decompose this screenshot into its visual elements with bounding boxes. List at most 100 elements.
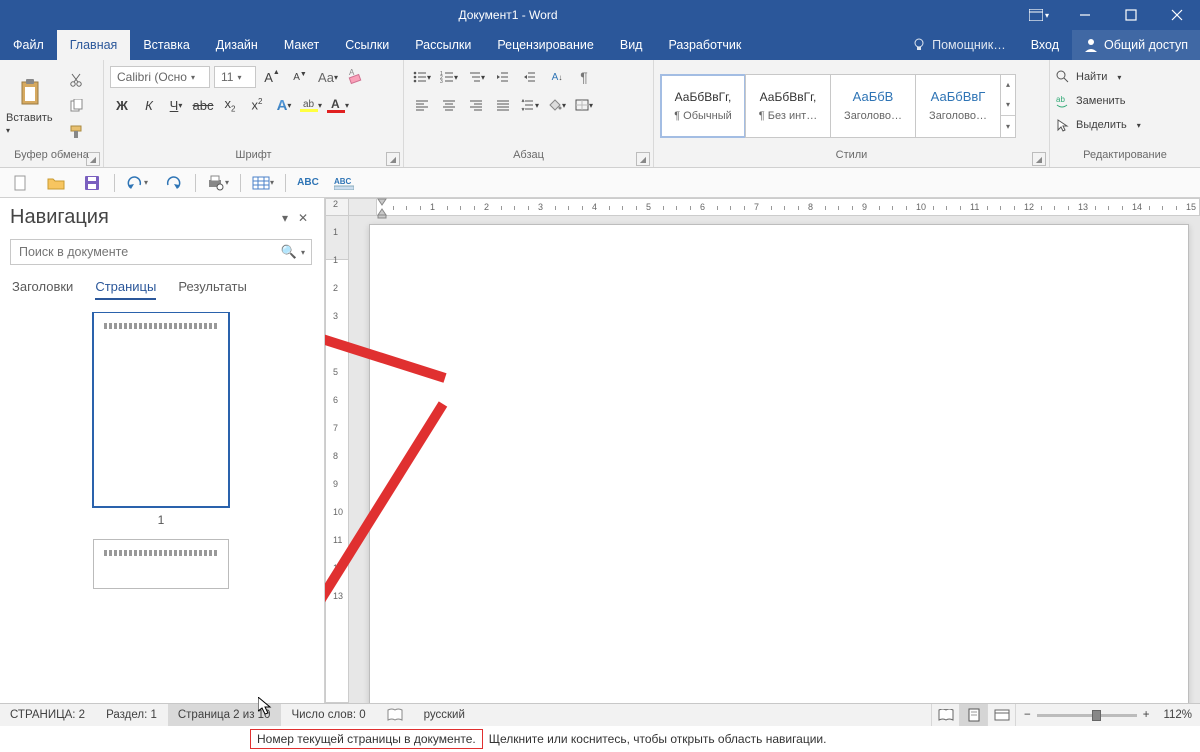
style-heading2[interactable]: АаБбВвГЗаголово…: [915, 74, 1001, 138]
strike-button[interactable]: abc: [191, 94, 215, 116]
style-heading1[interactable]: АаБбВЗаголово…: [830, 74, 916, 138]
qat-new-button[interactable]: [6, 171, 34, 195]
line-spacing-button[interactable]: ▾: [518, 94, 542, 116]
ribbon-display-options[interactable]: ▾: [1016, 0, 1062, 30]
font-name-combo[interactable]: Calibri (Осно▾: [110, 66, 210, 88]
document-area[interactable]: 123456789101112131415 321123456789101112…: [325, 198, 1200, 703]
status-page[interactable]: СТРАНИЦА: 2: [0, 704, 96, 726]
qat-print-preview-button[interactable]: ▾: [204, 171, 232, 195]
styles-dialog-launcher[interactable]: ◢: [1032, 152, 1046, 166]
numbering-button[interactable]: 123▾: [437, 66, 461, 88]
status-proofing[interactable]: [377, 704, 414, 726]
nav-tab-results[interactable]: Результаты: [178, 279, 246, 300]
bold-button[interactable]: Ж: [110, 94, 134, 116]
align-center-button[interactable]: [437, 94, 461, 116]
change-case-button[interactable]: Aa▾: [316, 66, 340, 88]
styles-more-button[interactable]: ▴▾▾: [1000, 74, 1016, 138]
nav-tab-pages[interactable]: Страницы: [95, 279, 156, 300]
document-page[interactable]: [369, 224, 1189, 703]
cut-button[interactable]: [64, 69, 88, 91]
minimize-button[interactable]: [1062, 0, 1108, 30]
copy-button[interactable]: [64, 95, 88, 117]
tell-me[interactable]: Помощник…: [900, 30, 1018, 60]
font-size-combo[interactable]: 11▾: [214, 66, 256, 88]
tab-view[interactable]: Вид: [607, 30, 656, 60]
format-painter-button[interactable]: [64, 121, 88, 143]
underline-button[interactable]: Ч▾: [164, 94, 188, 116]
italic-button[interactable]: К: [137, 94, 161, 116]
page-thumbnail-1[interactable]: 1: [93, 312, 229, 527]
search-icon[interactable]: 🔍: [281, 244, 297, 260]
sign-in[interactable]: Вход: [1018, 30, 1072, 60]
qat-spell-options-button[interactable]: ABC: [330, 171, 358, 195]
share-button[interactable]: Общий доступ: [1072, 30, 1200, 60]
style-no-spacing[interactable]: АаБбВвГг,¶ Без инт…: [745, 74, 831, 138]
increase-indent-button[interactable]: [518, 66, 542, 88]
align-left-button[interactable]: [410, 94, 434, 116]
tab-developer[interactable]: Разработчик: [655, 30, 754, 60]
tab-mailings[interactable]: Рассылки: [402, 30, 484, 60]
align-justify-button[interactable]: [491, 94, 515, 116]
zoom-in-button[interactable]: +: [1143, 709, 1150, 721]
tab-review[interactable]: Рецензирование: [484, 30, 607, 60]
paste-button[interactable]: Вставить ▾: [6, 76, 58, 136]
qat-undo-button[interactable]: ▾: [123, 171, 151, 195]
horizontal-ruler[interactable]: 123456789101112131415: [349, 198, 1200, 216]
shrink-font-button[interactable]: A▼: [288, 66, 312, 88]
maximize-button[interactable]: [1108, 0, 1154, 30]
paragraph-dialog-launcher[interactable]: ◢: [636, 152, 650, 166]
superscript-button[interactable]: x2: [245, 94, 269, 116]
status-words[interactable]: Число слов: 0: [281, 704, 376, 726]
tab-layout[interactable]: Макет: [271, 30, 332, 60]
close-button[interactable]: [1154, 0, 1200, 30]
clipboard-dialog-launcher[interactable]: ◢: [86, 152, 100, 166]
sort-button[interactable]: A↓: [545, 66, 569, 88]
tab-home[interactable]: Главная: [57, 30, 131, 60]
qat-redo-button[interactable]: [159, 171, 187, 195]
tab-insert[interactable]: Вставка: [130, 30, 202, 60]
zoom-value[interactable]: 112%: [1163, 709, 1192, 721]
select-button[interactable]: Выделить▾: [1056, 114, 1141, 136]
qat-spelling-button[interactable]: ABC: [294, 171, 322, 195]
show-marks-button[interactable]: ¶: [572, 66, 596, 88]
styles-gallery[interactable]: АаБбВвГг,¶ Обычный АаБбВвГг,¶ Без инт… А…: [660, 74, 1016, 138]
zoom-out-button[interactable]: −: [1024, 709, 1031, 721]
nav-tab-headings[interactable]: Заголовки: [12, 279, 73, 300]
font-color-button[interactable]: A▾: [326, 94, 350, 116]
nav-close-button[interactable]: ✕: [294, 211, 312, 225]
qat-save-button[interactable]: [78, 171, 106, 195]
tab-file[interactable]: Файл: [0, 30, 57, 60]
indent-markers[interactable]: [375, 198, 391, 219]
highlight-button[interactable]: ab▾: [299, 94, 323, 116]
view-read-button[interactable]: [931, 704, 959, 726]
text-effects-button[interactable]: A▾: [272, 94, 296, 116]
nav-search[interactable]: 🔍 ▾: [10, 239, 312, 265]
bullets-button[interactable]: ▾: [410, 66, 434, 88]
nav-search-input[interactable]: [17, 244, 281, 260]
grow-font-button[interactable]: A▲: [260, 66, 284, 88]
subscript-button[interactable]: x2: [218, 94, 242, 116]
replace-button[interactable]: ab Заменить: [1056, 90, 1125, 112]
tab-design[interactable]: Дизайн: [203, 30, 271, 60]
borders-button[interactable]: ▾: [572, 94, 596, 116]
qat-open-button[interactable]: [42, 171, 70, 195]
nav-search-options[interactable]: ▾: [301, 248, 305, 257]
zoom-slider[interactable]: [1037, 714, 1137, 717]
multilevel-button[interactable]: ▾: [464, 66, 488, 88]
font-dialog-launcher[interactable]: ◢: [386, 152, 400, 166]
shading-button[interactable]: ▾: [545, 94, 569, 116]
decrease-indent-button[interactable]: [491, 66, 515, 88]
status-section[interactable]: Раздел: 1: [96, 704, 168, 726]
view-print-button[interactable]: [959, 704, 987, 726]
vertical-ruler[interactable]: 32112345678910111213: [325, 216, 349, 703]
align-right-button[interactable]: [464, 94, 488, 116]
view-web-button[interactable]: [987, 704, 1015, 726]
status-page-of[interactable]: Страница 2 из 10: [168, 704, 282, 726]
style-normal[interactable]: АаБбВвГг,¶ Обычный: [660, 74, 746, 138]
page-thumbnail-2[interactable]: [93, 539, 229, 589]
clear-formatting-button[interactable]: A: [344, 66, 368, 88]
qat-table-button[interactable]: ▾: [249, 171, 277, 195]
nav-options-button[interactable]: ▾: [276, 211, 294, 225]
zoom-control[interactable]: − + 112%: [1015, 704, 1200, 726]
status-language[interactable]: русский: [414, 704, 476, 726]
